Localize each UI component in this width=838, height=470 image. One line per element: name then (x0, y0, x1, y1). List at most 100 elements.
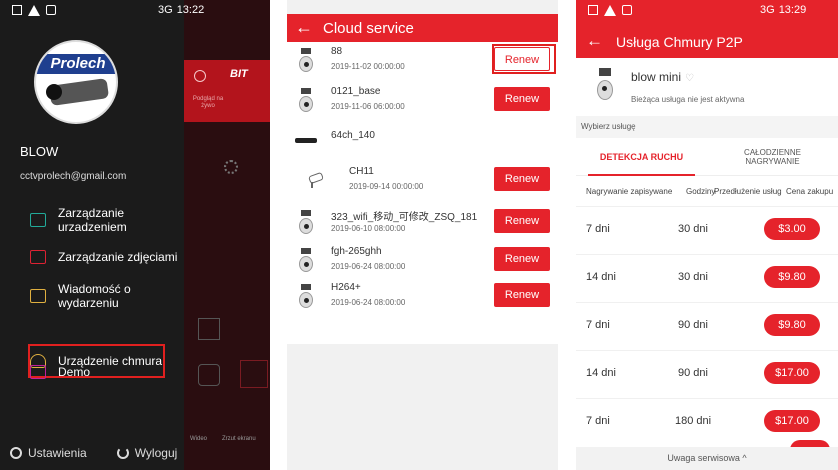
service-duration: 90 dni (678, 367, 708, 379)
loading-spinner-icon (224, 160, 238, 174)
camera-icon (30, 213, 46, 227)
device-name: 64ch_140 (331, 130, 375, 141)
record-days: 14 dni (586, 271, 616, 283)
device-info: blow mini ♡ Bieżąca usługa nie jest aktyw… (576, 58, 838, 116)
nvr-icon (295, 138, 317, 143)
heart-icon: ♡ (685, 73, 694, 84)
column-header: Nagrywanie zapisywane (586, 187, 673, 196)
cloud-service-panel: ← Cloud service 88 2019-11-02 00:00:00 Ren… (287, 0, 558, 470)
renew-button[interactable]: Renew (494, 283, 550, 307)
background-app: BIT Podgląd na żywo Wideo Zrzut ekranu (184, 0, 270, 470)
device-name: fgh-265ghh (331, 246, 382, 257)
tab-motion-detection[interactable]: DETEKCJA RUCHU (576, 138, 707, 176)
camera-lens (46, 84, 62, 100)
bullet-camera-icon (297, 284, 315, 310)
price-button[interactable]: $17.00 (764, 362, 820, 384)
brand-logo: Prolech (36, 54, 116, 74)
bullet-camera-icon (297, 248, 315, 274)
price-button[interactable]: $3.00 (764, 218, 820, 240)
service-duration: 30 dni (678, 271, 708, 283)
gallery-icon (12, 5, 22, 15)
gear-icon[interactable] (10, 447, 22, 459)
network-label: 3G (760, 4, 775, 16)
menu-item-demo[interactable]: Demo (30, 365, 90, 379)
drawer-footer: Ustawienia Wyloguj (10, 446, 177, 460)
settings-link[interactable]: Ustawienia (28, 446, 87, 460)
bullet-camera-icon (297, 88, 315, 114)
device-row[interactable]: 64ch_140 (287, 122, 558, 162)
menu-item-photo-management[interactable]: Zarządzanie zdjęciami (30, 250, 177, 264)
plan-row: 14 dni 90 dni $17.00 (576, 350, 838, 398)
status-bar: 3G 13:22 (0, 0, 204, 22)
plan-row: 7 dni 30 dni $3.00 (576, 206, 838, 254)
column-header: Przedłużenie usług (714, 187, 782, 196)
clock: 13:22 (176, 4, 205, 16)
price-button[interactable]: $9.80 (764, 266, 820, 288)
tab-label: CAŁODZIENNE NAGRYWANIE (744, 148, 801, 166)
service-duration: 30 dni (678, 223, 708, 235)
menu-item-label: Wiadomość o wydarzeniu (58, 282, 131, 310)
frame-icon (240, 360, 268, 388)
page-title: Usługa Chmury P2P (616, 34, 743, 50)
background-app-toolbar: Wideo Zrzut ekranu (184, 418, 270, 450)
service-duration: 90 dni (678, 319, 708, 331)
user-name: BLOW (20, 144, 59, 159)
demo-icon (30, 365, 46, 379)
photo-icon (30, 250, 46, 264)
user-icon (194, 70, 206, 82)
expiry-date: 2019-06-24 08:00:00 (331, 262, 406, 271)
background-app-header: BIT Podgląd na żywo (184, 60, 270, 122)
column-header: Cena zakupu (786, 187, 834, 196)
menu-item-device-management[interactable]: Zarządzanie urzadzeniem (30, 206, 154, 234)
expiry-date: 2019-09-14 00:00:00 (349, 182, 424, 191)
background-app-logo: BIT (230, 68, 248, 80)
device-name: 323_wifi_移动_可修改_ZSQ_181 (331, 212, 478, 223)
device-row[interactable]: 323_wifi_移动_可修改_ZSQ_181 2019-06-10 08:00:… (287, 204, 558, 244)
device-row[interactable]: fgh-265ghh 2019-06-24 08:00:00 Renew (287, 242, 558, 282)
device-name-row: blow mini ♡ (631, 70, 694, 84)
device-row[interactable]: 0121_base 2019-11-06 06:00:00 Renew (287, 82, 558, 122)
renew-button[interactable]: Renew (494, 247, 550, 271)
expiry-date: 2019-06-10 08:00:00 (331, 224, 406, 233)
notification-icons (588, 5, 632, 16)
screenshot-label: Zrzut ekranu (222, 436, 256, 442)
bag-icon (622, 5, 632, 15)
record-days: 7 dni (586, 319, 610, 331)
plan-row: 14 dni 30 dni $9.80 (576, 254, 838, 302)
back-arrow-icon[interactable]: ← (586, 32, 603, 50)
service-duration: 180 dni (674, 415, 712, 427)
device-row[interactable]: 88 2019-11-02 00:00:00 Renew (287, 42, 558, 82)
menu-item-event-messages[interactable]: Wiadomość o wydarzeniu (30, 282, 154, 310)
renew-button[interactable]: Renew (494, 209, 550, 233)
column-header: Godziny (686, 187, 716, 196)
device-row[interactable]: H264+ 2019-06-24 08:00:00 Renew (287, 278, 558, 318)
bullet-camera-icon (297, 210, 315, 236)
video-label: Wideo (190, 436, 208, 442)
app-bar: ← Cloud service (287, 14, 558, 42)
tab-label: DETEKCJA RUCHU (599, 152, 684, 162)
device-name: CH11 (349, 166, 374, 177)
service-notice-toggle[interactable]: Uwaga serwisowa ^ (576, 447, 838, 470)
back-arrow-icon[interactable]: ← (295, 17, 313, 37)
plan-row: 7 dni 90 dni $9.80 (576, 302, 838, 350)
power-icon[interactable] (116, 447, 129, 459)
choose-service-label: Wybierz usługę (576, 116, 838, 138)
thumbnail-icon (198, 318, 220, 340)
bullet-camera-icon (596, 68, 614, 102)
clock: 13:29 (778, 4, 807, 16)
renew-button[interactable]: Renew (494, 167, 550, 191)
renew-button[interactable]: Renew (494, 87, 550, 111)
logout-link[interactable]: Wyloguj (135, 446, 178, 460)
price-button[interactable]: $17.00 (764, 410, 820, 432)
alert-icon (28, 5, 40, 16)
plan-table-header: Nagrywanie zapisywane Godziny Przedłużen… (576, 176, 838, 206)
network-label: 3G (158, 4, 173, 16)
record-icon (198, 364, 220, 386)
device-row[interactable]: CH11 2019-09-14 00:00:00 Renew (287, 162, 558, 202)
expiry-date: 2019-11-06 06:00:00 (331, 102, 405, 111)
avatar[interactable]: Prolech (34, 40, 118, 124)
p2p-cloud-service-panel: 3G 13:29 ← Usługa Chmury P2P blow mini ♡ … (576, 0, 838, 470)
page-title: Cloud service (323, 20, 414, 37)
price-button[interactable]: $9.80 (764, 314, 820, 336)
tab-continuous-recording[interactable]: CAŁODZIENNE NAGRYWANIE (707, 138, 838, 176)
